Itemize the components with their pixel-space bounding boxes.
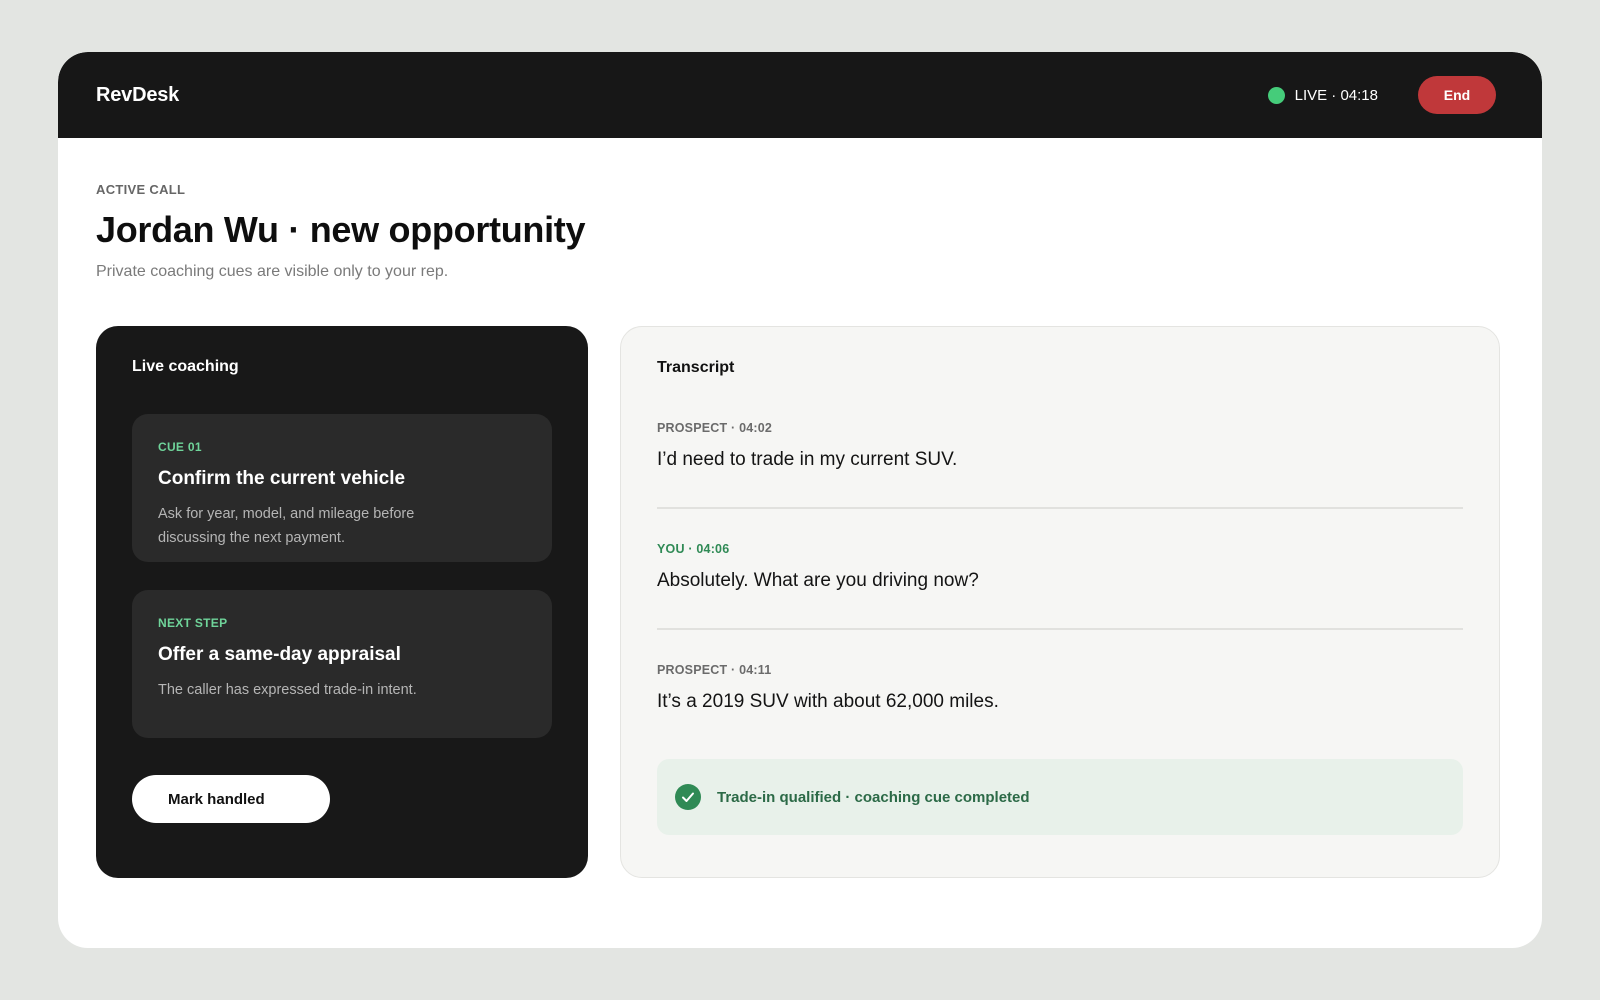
divider (657, 507, 1463, 509)
cue-body: Ask for year, model, and mileage before … (158, 506, 415, 546)
message-text: I’d need to trade in my current SUV. (657, 449, 958, 470)
top-bar: RevDesk LIVE · 04:18 End (58, 52, 1542, 138)
transcript-panel: Transcript PROSPECT · 04:02 I’d need to … (620, 326, 1500, 878)
status-text: Trade-in qualified · coaching cue comple… (717, 788, 1030, 806)
message-meta: PROSPECT · 04:11 (657, 663, 772, 677)
brand-logo: RevDesk (96, 83, 180, 106)
transcript-message: PROSPECT · 04:11 It’s a 2019 SUV with ab… (657, 663, 1463, 713)
divider (657, 628, 1463, 630)
message-text: It’s a 2019 SUV with about 62,000 miles. (657, 691, 999, 712)
call-header: ACTIVE CALL Jordan Wu · new opportunity … (96, 182, 586, 281)
page-title: Jordan Wu · new opportunity (96, 209, 586, 250)
message-text: Absolutely. What are you driving now? (657, 570, 979, 591)
transcript-panel-title: Transcript (657, 359, 735, 376)
cue-title: Offer a same-day appraisal (158, 644, 401, 665)
message-meta: YOU · 04:06 (657, 542, 730, 556)
mark-handled-button[interactable]: Mark handled (132, 775, 330, 823)
page-subtitle: Private coaching cues are visible only t… (96, 263, 449, 280)
coaching-cue-card: CUE 01 Confirm the current vehicle Ask f… (132, 414, 552, 562)
status-banner: Trade-in qualified · coaching cue comple… (657, 759, 1463, 835)
app-window: RevDesk LIVE · 04:18 End ACTIVE CALL Jor… (58, 52, 1542, 948)
end-call-button[interactable]: End (1418, 76, 1496, 114)
check-circle-icon (675, 784, 701, 810)
live-dot-icon (1267, 86, 1285, 104)
next-step-card: NEXT STEP Offer a same-day appraisal The… (132, 590, 552, 738)
cue-body: The caller has expressed trade-in intent… (158, 682, 417, 698)
live-status-text: LIVE · 04:18 (1294, 86, 1378, 104)
transcript-message: YOU · 04:06 Absolutely. What are you dri… (657, 542, 1463, 592)
cue-label: NEXT STEP (158, 616, 228, 630)
live-status: LIVE · 04:18 (1267, 86, 1378, 104)
cue-title: Confirm the current vehicle (158, 468, 406, 489)
coaching-panel-title: Live coaching (132, 358, 239, 375)
live-coaching-panel: Live coaching CUE 01 Confirm the current… (96, 326, 588, 878)
eyebrow-label: ACTIVE CALL (96, 182, 186, 197)
transcript-message: PROSPECT · 04:02 I’d need to trade in my… (657, 421, 1463, 471)
cue-label: CUE 01 (158, 440, 202, 454)
message-meta: PROSPECT · 04:02 (657, 421, 773, 435)
